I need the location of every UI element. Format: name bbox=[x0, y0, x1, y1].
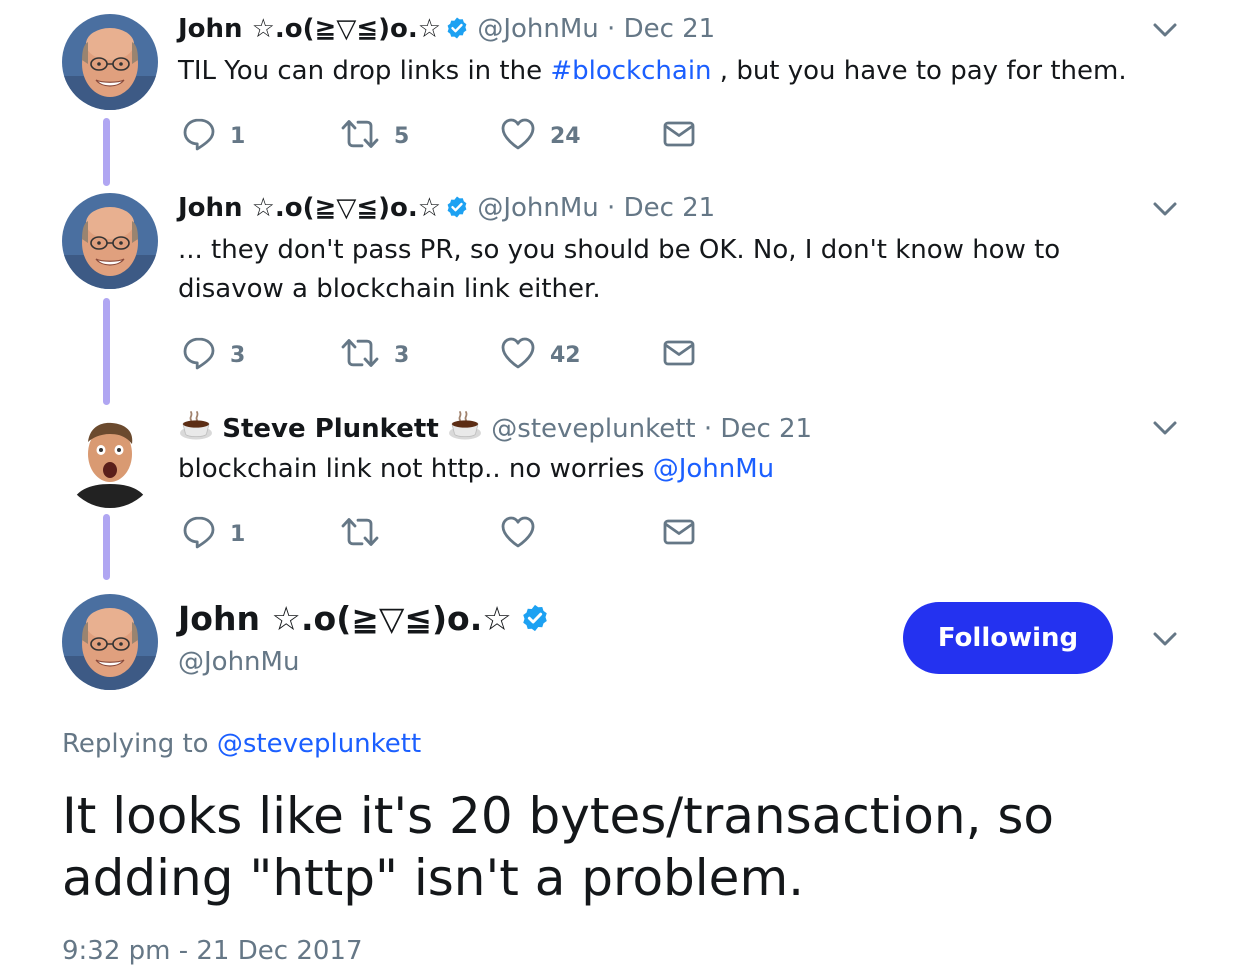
avatar[interactable] bbox=[62, 412, 158, 508]
reply-icon bbox=[182, 336, 216, 374]
reply-count: 3 bbox=[230, 342, 246, 368]
avatar[interactable] bbox=[62, 193, 158, 289]
heart-icon bbox=[500, 117, 536, 155]
chevron-down-icon[interactable] bbox=[1150, 20, 1180, 40]
thread-connector bbox=[103, 118, 110, 186]
main-tweet-text: It looks like it's 20 bytes/transaction,… bbox=[62, 787, 1054, 907]
direct-message-button[interactable] bbox=[662, 118, 696, 154]
retweet-count: 5 bbox=[394, 123, 410, 149]
mention-link[interactable]: @JohnMu bbox=[653, 454, 774, 484]
tweet-text-part: , but you have to pay for them. bbox=[711, 56, 1127, 86]
retweet-icon bbox=[340, 515, 380, 553]
reply-count: 1 bbox=[230, 123, 246, 149]
retweet-icon bbox=[340, 117, 380, 155]
reply-button[interactable]: 1 bbox=[182, 118, 245, 154]
main-author: John ☆.o(≧▽≦)o.☆ bbox=[178, 599, 550, 641]
reply-icon bbox=[182, 117, 216, 155]
handle[interactable]: @JohnMu bbox=[477, 193, 598, 223]
like-button[interactable]: 42 bbox=[500, 337, 581, 373]
retweet-button[interactable]: 5 bbox=[340, 118, 409, 154]
verified-badge-icon bbox=[520, 602, 550, 641]
display-name[interactable]: John ☆.o(≧▽≦)o.☆ bbox=[178, 193, 441, 223]
like-count: 24 bbox=[550, 123, 581, 149]
reply-button[interactable]: 3 bbox=[182, 337, 245, 373]
tweet-actions: 1 5 24 bbox=[182, 118, 702, 154]
reply-count: 1 bbox=[230, 521, 246, 547]
heart-icon bbox=[500, 336, 536, 374]
direct-message-button[interactable] bbox=[662, 337, 696, 373]
chevron-down-icon[interactable] bbox=[1150, 629, 1180, 649]
separator: · bbox=[703, 414, 713, 444]
verified-badge-icon bbox=[445, 16, 469, 48]
envelope-icon bbox=[662, 517, 696, 551]
handle[interactable]: @JohnMu bbox=[178, 647, 299, 677]
retweet-button[interactable] bbox=[340, 516, 380, 552]
hashtag-link[interactable]: #blockchain bbox=[550, 56, 711, 86]
tweet-text-part: blockchain link not http.. no worries bbox=[178, 454, 653, 484]
retweet-icon bbox=[340, 336, 380, 374]
envelope-icon bbox=[662, 338, 696, 372]
tweet-text: blockchain link not http.. no worries @J… bbox=[178, 450, 1178, 489]
tweet-actions: 1 bbox=[182, 516, 702, 552]
display-name[interactable]: Steve Plunkett bbox=[222, 414, 439, 444]
like-button[interactable] bbox=[500, 516, 536, 552]
tweet-date[interactable]: Dec 21 bbox=[624, 14, 716, 44]
coffee-cup-emoji-icon bbox=[178, 411, 214, 449]
verified-badge-icon bbox=[445, 195, 469, 227]
chevron-down-icon[interactable] bbox=[1150, 418, 1180, 438]
avatar[interactable] bbox=[62, 14, 158, 110]
coffee-cup-emoji-icon bbox=[447, 411, 483, 449]
thread-connector bbox=[103, 298, 110, 405]
replying-to: Replying to @steveplunkett bbox=[62, 729, 421, 759]
envelope-icon bbox=[662, 119, 696, 153]
retweet-count: 3 bbox=[394, 342, 410, 368]
reply-button[interactable]: 1 bbox=[182, 516, 245, 552]
replying-prefix: Replying to bbox=[62, 729, 217, 759]
reply-icon bbox=[182, 515, 216, 553]
avatar[interactable] bbox=[62, 594, 158, 690]
direct-message-button[interactable] bbox=[662, 516, 696, 552]
following-button[interactable]: Following bbox=[903, 602, 1113, 674]
tweet-text: ... they don't pass PR, so you should be… bbox=[178, 235, 1061, 304]
tweet-header: John ☆.o(≧▽≦)o.☆ @JohnMu · Dec 21 bbox=[178, 192, 715, 227]
separator: · bbox=[607, 193, 616, 223]
replying-to-link[interactable]: @steveplunkett bbox=[217, 729, 421, 759]
chevron-down-icon[interactable] bbox=[1150, 199, 1180, 219]
handle[interactable]: @steveplunkett bbox=[491, 414, 695, 444]
handle[interactable]: @JohnMu bbox=[477, 14, 598, 44]
tweet-text: TIL You can drop links in the #blockchai… bbox=[178, 52, 1178, 91]
tweet-actions: 3 3 42 bbox=[182, 337, 702, 373]
retweet-button[interactable]: 3 bbox=[340, 337, 409, 373]
like-count: 42 bbox=[550, 342, 581, 368]
tweet-date[interactable]: Dec 21 bbox=[720, 414, 812, 444]
display-name[interactable]: John ☆.o(≧▽≦)o.☆ bbox=[178, 599, 512, 638]
tweet-header: John ☆.o(≧▽≦)o.☆ @JohnMu · Dec 21 bbox=[178, 13, 715, 48]
tweet-timestamp[interactable]: 9:32 pm - 21 Dec 2017 bbox=[62, 936, 363, 966]
tweet-header: Steve Plunkett @steveplunkett · Dec 21 bbox=[178, 411, 812, 449]
heart-icon bbox=[500, 515, 536, 553]
separator: · bbox=[607, 14, 616, 44]
tweet-date[interactable]: Dec 21 bbox=[624, 193, 716, 223]
like-button[interactable]: 24 bbox=[500, 118, 581, 154]
display-name[interactable]: John ☆.o(≧▽≦)o.☆ bbox=[178, 14, 441, 44]
tweet-text-part: TIL You can drop links in the bbox=[178, 56, 551, 86]
thread-connector bbox=[103, 514, 110, 580]
